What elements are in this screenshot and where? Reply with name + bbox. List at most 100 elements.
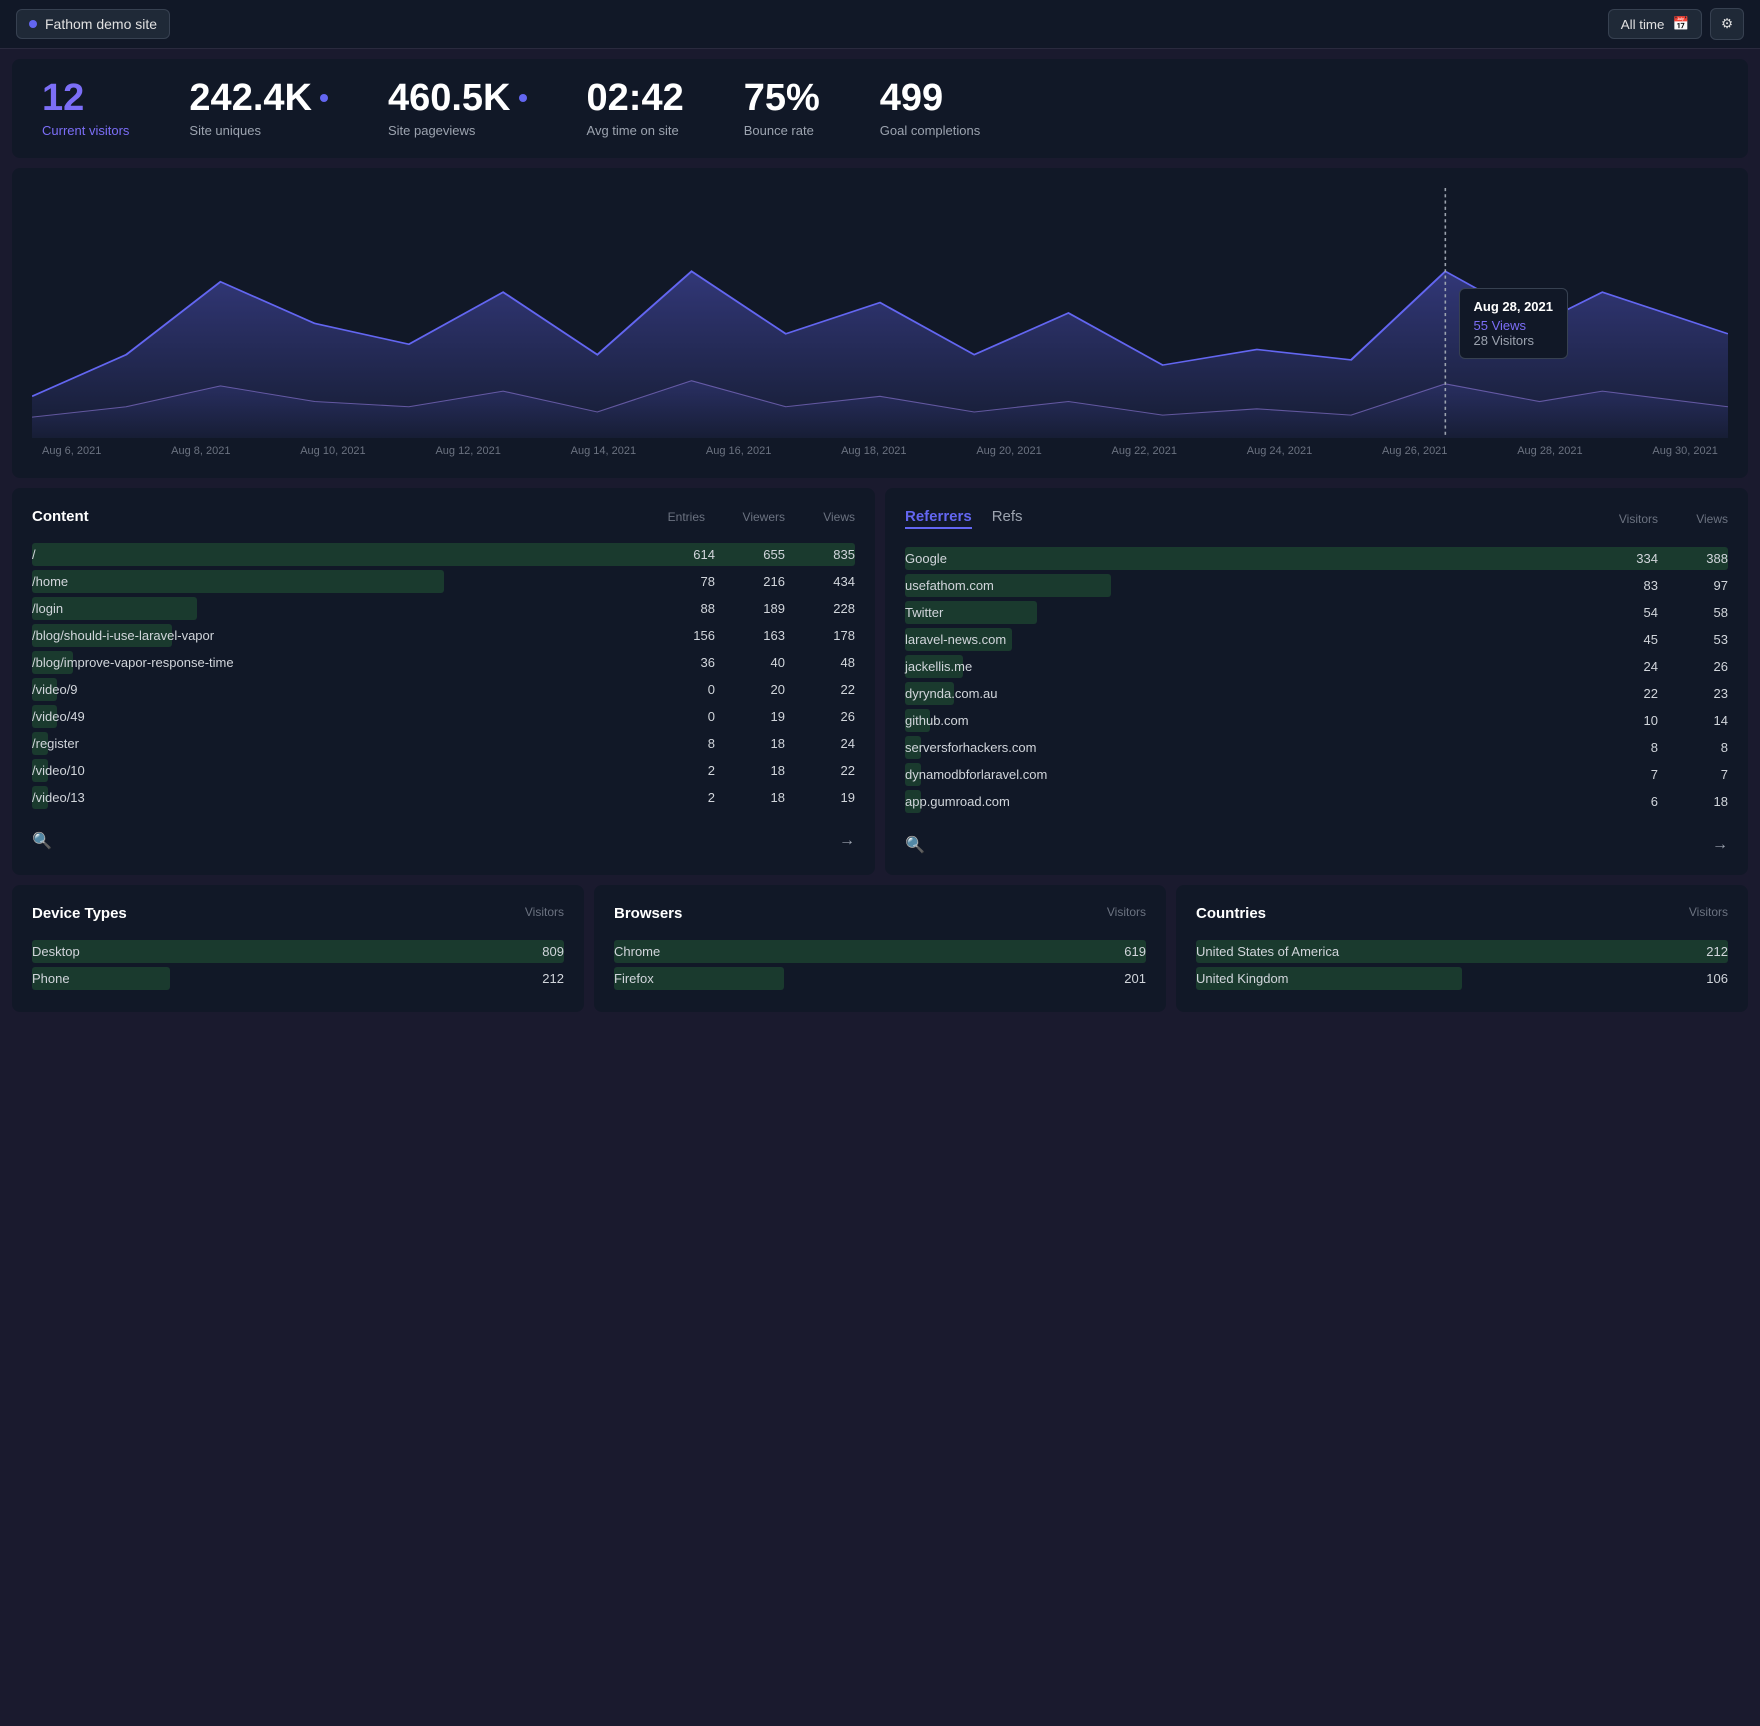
table-row[interactable]: dynamodbforlaravel.com 7 7 <box>905 761 1728 788</box>
row-views: 7 <box>1658 767 1728 782</box>
stat-current-visitors: 12 Current visitors <box>42 79 129 138</box>
row-entries: 2 <box>645 763 715 778</box>
visitors-col: Visitors <box>1588 512 1658 526</box>
list-item[interactable]: Desktop 809 <box>32 938 564 965</box>
row-views: 97 <box>1658 578 1728 593</box>
row-label: /blog/improve-vapor-response-time <box>32 655 645 670</box>
tooltip-visitors: 28 Visitors <box>1474 333 1554 348</box>
stat-site-uniques: 242.4K Site uniques <box>189 79 328 138</box>
chart-x-label: Aug 14, 2021 <box>571 445 636 457</box>
row-views: 26 <box>1658 659 1728 674</box>
device-visitors-col: Visitors <box>525 905 564 922</box>
table-row[interactable]: Twitter 54 58 <box>905 599 1728 626</box>
row-entries: 2 <box>645 790 715 805</box>
item-label: Desktop <box>32 944 542 959</box>
row-label: /register <box>32 736 645 751</box>
countries-title: Countries <box>1196 905 1266 922</box>
list-item[interactable]: Phone 212 <box>32 965 564 992</box>
table-row[interactable]: /video/49 0 19 26 <box>32 703 855 730</box>
referrers-table-footer: 🔍 → <box>905 827 1728 855</box>
browser-rows: Chrome 619 Firefox 201 <box>614 938 1146 992</box>
row-label: dynamodbforlaravel.com <box>905 767 1588 782</box>
item-value: 809 <box>542 944 564 959</box>
row-views: 26 <box>785 709 855 724</box>
tab-referrers[interactable]: Referrers <box>905 508 972 529</box>
content-table-header: Content Entries Viewers Views <box>32 508 855 525</box>
table-row[interactable]: /video/9 0 20 22 <box>32 676 855 703</box>
table-row[interactable]: /blog/should-i-use-laravel-vapor 156 163… <box>32 622 855 649</box>
chart-x-label: Aug 10, 2021 <box>300 445 365 457</box>
stat-bounce-rate: 75% Bounce rate <box>744 79 820 138</box>
row-label: Google <box>905 551 1588 566</box>
referrers-more-button[interactable]: → <box>1712 836 1728 854</box>
row-views: 22 <box>785 763 855 778</box>
views-col: Views <box>795 510 855 524</box>
referrers-table-header: Referrers Refs Visitors Views <box>905 508 1728 529</box>
site-selector[interactable]: Fathom demo site <box>16 9 170 39</box>
row-views: 835 <box>785 547 855 562</box>
site-uniques-value: 242.4K <box>189 79 328 117</box>
gear-icon: ⚙ <box>1721 16 1733 32</box>
table-row[interactable]: serversforhackers.com 8 8 <box>905 734 1728 761</box>
row-label: /video/9 <box>32 682 645 697</box>
row-viewers: 655 <box>715 547 785 562</box>
row-entries: 88 <box>645 601 715 616</box>
row-views: 58 <box>1658 605 1728 620</box>
device-types-header: Device Types Visitors <box>32 905 564 922</box>
bottom-panels-row: Device Types Visitors Desktop 809 Phone … <box>12 885 1748 1012</box>
item-label: Firefox <box>614 971 1124 986</box>
row-label: /video/49 <box>32 709 645 724</box>
table-row[interactable]: usefathom.com 83 97 <box>905 572 1728 599</box>
table-row[interactable]: /login 88 189 228 <box>32 595 855 622</box>
table-row[interactable]: /blog/improve-vapor-response-time 36 40 … <box>32 649 855 676</box>
row-label: usefathom.com <box>905 578 1588 593</box>
row-entries: 614 <box>645 547 715 562</box>
list-item[interactable]: United States of America 212 <box>1196 938 1728 965</box>
list-item[interactable]: Firefox 201 <box>614 965 1146 992</box>
goal-completions-value: 499 <box>880 79 980 117</box>
table-row[interactable]: laravel-news.com 45 53 <box>905 626 1728 653</box>
table-row[interactable]: / 614 655 835 <box>32 541 855 568</box>
content-table-title: Content <box>32 508 89 525</box>
referrers-search-button[interactable]: 🔍 <box>905 835 925 855</box>
row-label: app.gumroad.com <box>905 794 1588 809</box>
chart-x-label: Aug 16, 2021 <box>706 445 771 457</box>
settings-button[interactable]: ⚙ <box>1710 8 1744 40</box>
table-row[interactable]: jackellis.me 24 26 <box>905 653 1728 680</box>
row-viewers: 18 <box>715 736 785 751</box>
bounce-rate-label: Bounce rate <box>744 123 820 138</box>
row-label: serversforhackers.com <box>905 740 1588 755</box>
row-visitors: 22 <box>1588 686 1658 701</box>
row-viewers: 189 <box>715 601 785 616</box>
list-item[interactable]: United Kingdom 106 <box>1196 965 1728 992</box>
chart-x-label: Aug 28, 2021 <box>1517 445 1582 457</box>
row-entries: 8 <box>645 736 715 751</box>
row-views: 48 <box>785 655 855 670</box>
row-views: 22 <box>785 682 855 697</box>
avg-time-label: Avg time on site <box>587 123 684 138</box>
table-row[interactable]: dyrynda.com.au 22 23 <box>905 680 1728 707</box>
content-more-button[interactable]: → <box>839 832 855 850</box>
item-value: 212 <box>1706 944 1728 959</box>
table-row[interactable]: /register 8 18 24 <box>32 730 855 757</box>
tab-refs[interactable]: Refs <box>992 508 1023 529</box>
chart-x-label: Aug 26, 2021 <box>1382 445 1447 457</box>
browsers-header: Browsers Visitors <box>614 905 1146 922</box>
date-range-button[interactable]: All time 📅 <box>1608 9 1702 39</box>
header-right: All time 📅 ⚙ <box>1608 8 1744 40</box>
row-label: laravel-news.com <box>905 632 1588 647</box>
table-row[interactable]: github.com 10 14 <box>905 707 1728 734</box>
table-row[interactable]: /home 78 216 434 <box>32 568 855 595</box>
list-item[interactable]: Chrome 619 <box>614 938 1146 965</box>
table-row[interactable]: /video/13 2 18 19 <box>32 784 855 811</box>
chart-x-label: Aug 6, 2021 <box>42 445 101 457</box>
row-visitors: 54 <box>1588 605 1658 620</box>
table-row[interactable]: app.gumroad.com 6 18 <box>905 788 1728 815</box>
row-visitors: 6 <box>1588 794 1658 809</box>
table-row[interactable]: /video/10 2 18 22 <box>32 757 855 784</box>
content-search-button[interactable]: 🔍 <box>32 831 52 851</box>
item-value: 212 <box>542 971 564 986</box>
bounce-rate-value: 75% <box>744 79 820 117</box>
tooltip-views: 55 Views <box>1474 318 1554 333</box>
table-row[interactable]: Google 334 388 <box>905 545 1728 572</box>
